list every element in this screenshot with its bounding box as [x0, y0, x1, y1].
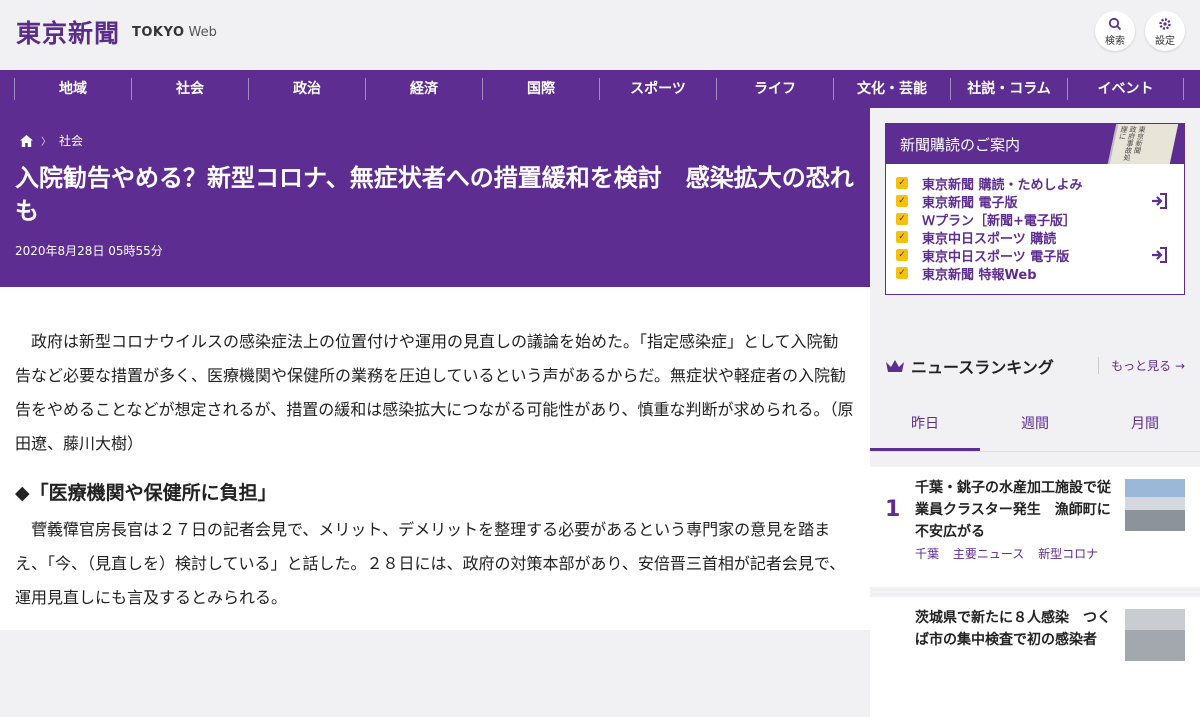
ranking-item[interactable]: 茨城県で新たに８人感染 つくば市の集中検査で初の感染者 [870, 597, 1200, 717]
home-icon[interactable] [20, 134, 33, 147]
article-date: 2020年8月28日 05時55分 [15, 244, 163, 258]
tab-week[interactable]: 週間 [980, 398, 1090, 451]
newspaper-image: 東京新聞 政府事故処理に [1107, 124, 1179, 164]
search-icon [1108, 17, 1122, 31]
subscription-title: 新聞購読のご案内 [900, 136, 1021, 154]
tag-link[interactable]: 新型コロナ [1038, 547, 1098, 561]
article-body: 政府は新型コロナウイルスの感染症法上の位置付けや運用の見直しの議論を始めた。「指… [0, 287, 870, 630]
paragraph-2-text: 官房長官は２７日の記者会見で、メリット、デメリットを整理する必要があるという専門… [15, 520, 846, 607]
ruby-name: すがよしひで 菅義偉 [31, 520, 79, 539]
tag-link[interactable]: 主要ニュース [953, 547, 1024, 561]
nav-item-editorial[interactable]: 社説・コラム [950, 78, 1067, 100]
article-subheading: ◆「医療機関や保健所に負担」 [15, 482, 277, 504]
site-logo[interactable]: 東京新聞 TOKYO Web [16, 14, 217, 50]
check-icon: ✓ [896, 213, 908, 225]
logo-japanese: 東京新聞 [16, 19, 121, 48]
list-item: ✓ Ｗプラン［新聞+電子版］ [896, 210, 1184, 229]
nav-item-sports[interactable]: スポーツ [599, 78, 716, 100]
ranking-headline[interactable]: 茨城県で新たに８人感染 つくば市の集中検査で初の感染者 [915, 607, 1115, 651]
nav-item-politics[interactable]: 政治 [248, 78, 365, 100]
search-button[interactable]: 検索 [1095, 11, 1135, 51]
article-title: 入院勧告やめる？新型コロナ、無症状者への措置緩和を検討 感染拡大の恐れも [15, 164, 854, 225]
subscription-box: 新聞購読のご案内 東京新聞 政府事故処理に ✓ 東京新聞 購読・ためしよみ ✓ … [885, 123, 1185, 295]
subscription-link[interactable]: 東京中日スポーツ 購読 [922, 228, 1056, 247]
ranking-tabs: 昨日 週間 月間 [870, 398, 1200, 452]
settings-button[interactable]: 設定 [1145, 11, 1185, 51]
nav-item-society[interactable]: 社会 [131, 78, 248, 100]
breadcrumb-category[interactable]: 社会 [59, 132, 83, 149]
arrow-right-icon: → [1174, 359, 1185, 373]
check-icon: ✓ [896, 231, 908, 243]
subscription-link[interactable]: 東京新聞 購読・ためしよみ [922, 174, 1083, 193]
ranking-more-link[interactable]: もっと見る → [1098, 357, 1185, 374]
nav-item-event[interactable]: イベント [1067, 78, 1184, 100]
ranking-headline[interactable]: 千葉・銚子の水産加工施設で従業員クラスター発生 漁師町に不安広がる [915, 477, 1115, 543]
ranking-thumbnail[interactable] [1125, 479, 1185, 531]
tab-month[interactable]: 月間 [1090, 398, 1200, 451]
list-item: ✓ 東京中日スポーツ 電子版 [896, 246, 1184, 265]
gear-icon [1159, 18, 1171, 30]
subscription-link[interactable]: 東京新聞 電子版 [922, 192, 1018, 211]
search-label: 検索 [1105, 36, 1125, 47]
subscription-link[interactable]: 東京中日スポーツ 電子版 [922, 246, 1069, 265]
nav-item-culture[interactable]: 文化・芸能 [833, 78, 950, 100]
subscription-link[interactable]: 東京新聞 特報Web [922, 264, 1037, 283]
logo-english: TOKYO [132, 24, 185, 40]
ranking-item[interactable]: 1 千葉・銚子の水産加工施設で従業員クラスター発生 漁師町に不安広がる 千葉 主… [870, 467, 1200, 587]
check-icon: ✓ [896, 177, 908, 189]
ranking-tags: 千葉 主要ニュース 新型コロナ [915, 545, 1108, 562]
check-icon: ✓ [896, 195, 908, 207]
list-item: ✓ 東京新聞 購読・ためしよみ [896, 174, 1184, 193]
login-icon[interactable] [1150, 246, 1168, 264]
logo-web: Web [188, 24, 217, 40]
nav-item-life[interactable]: ライフ [716, 78, 833, 100]
newspaper-image-text: 東京新聞 政府事故処理に [1117, 126, 1147, 161]
breadcrumb: 〉 社会 [20, 132, 83, 149]
category-nav: 地域 社会 政治 経済 国際 スポーツ ライフ 文化・芸能 社説・コラム イベン… [0, 70, 1200, 108]
subscription-link[interactable]: Ｗプラン［新聞+電子版］ [922, 210, 1076, 229]
ranking-thumbnail[interactable] [1125, 609, 1185, 661]
ranking-title: ニュースランキング [911, 358, 1054, 377]
list-item: ✓ 東京中日スポーツ 購読 [896, 228, 1184, 247]
tab-yesterday[interactable]: 昨日 [870, 398, 980, 451]
article-paragraph-2: すがよしひで 菅義偉官房長官は２７日の記者会見で、メリット、デメリットを整理する必… [15, 513, 854, 615]
tag-link[interactable]: 千葉 [915, 547, 939, 561]
chevron-right-icon: 〉 [41, 137, 51, 148]
nav-item-economy[interactable]: 経済 [365, 78, 482, 100]
sidebar: 新聞購読のご案内 東京新聞 政府事故処理に ✓ 東京新聞 購読・ためしよみ ✓ … [870, 108, 1200, 717]
site-header: 東京新聞 TOKYO Web 検索 設定 [0, 0, 1200, 70]
crown-icon [886, 360, 904, 372]
ranking-header: ニュースランキング もっと見る → [885, 353, 1185, 379]
list-item: ✓ 東京新聞 特報Web [896, 264, 1184, 283]
check-icon: ✓ [896, 267, 908, 279]
login-icon[interactable] [1150, 192, 1168, 210]
subscription-links: ✓ 東京新聞 購読・ためしよみ ✓ 東京新聞 電子版 ✓ Ｗプラン［新聞+電子版… [886, 164, 1184, 283]
subscription-header: 新聞購読のご案内 東京新聞 政府事故処理に [886, 124, 1184, 164]
nav-item-international[interactable]: 国際 [482, 78, 599, 100]
settings-label: 設定 [1155, 36, 1175, 47]
ruby-reading: すがよしひで [31, 521, 79, 530]
article-header: 〉 社会 入院勧告やめる？新型コロナ、無症状者への措置緩和を検討 感染拡大の恐れ… [0, 108, 870, 287]
check-icon: ✓ [896, 249, 908, 261]
article-paragraph: 政府は新型コロナウイルスの感染症法上の位置付けや運用の見直しの議論を始めた。「指… [15, 332, 854, 453]
ranking-number: 1 [885, 497, 901, 522]
nav-item-area[interactable]: 地域 [14, 78, 131, 100]
list-item: ✓ 東京新聞 電子版 [896, 192, 1184, 211]
ranking-more-label: もっと見る [1111, 359, 1172, 373]
